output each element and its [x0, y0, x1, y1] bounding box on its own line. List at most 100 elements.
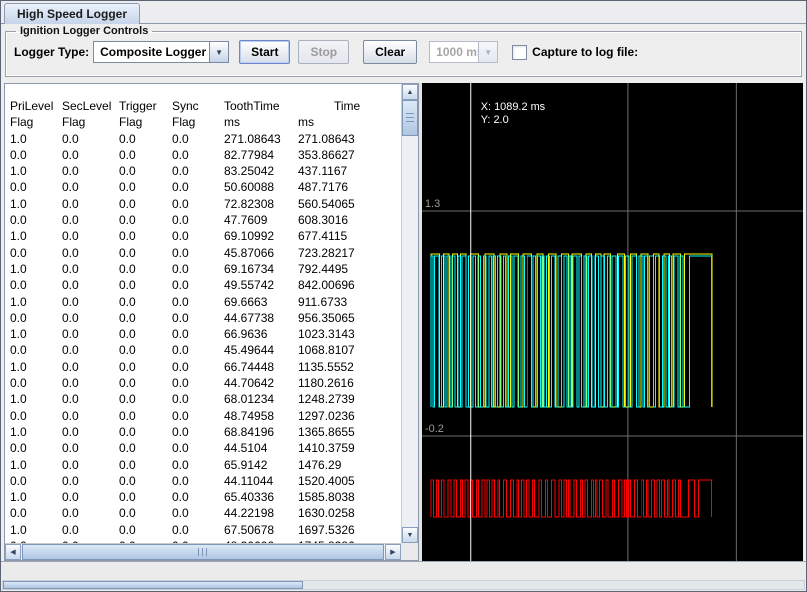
table-cell: 0.0 — [172, 147, 224, 163]
table-cell: 271.08643 — [224, 131, 298, 147]
table-row[interactable]: 1.00.00.00.065.91421476.29 — [10, 457, 401, 473]
table-row[interactable]: 1.00.00.00.068.012341248.2739 — [10, 391, 401, 407]
table-cell: 50.60088 — [224, 179, 298, 195]
scroll-right-button[interactable]: ▶ — [385, 544, 401, 560]
table-row[interactable]: 0.00.00.00.044.51041410.3759 — [10, 440, 401, 456]
table-cell: 1.0 — [10, 457, 62, 473]
table-cell: 0.0 — [62, 424, 119, 440]
vertical-scrollbar-thumb[interactable] — [402, 100, 418, 136]
table-cell: 0.0 — [119, 489, 172, 505]
table-row[interactable]: 0.00.00.00.044.67738956.35065 — [10, 310, 401, 326]
scroll-up-button[interactable]: ▲ — [402, 84, 418, 100]
column-header: Flag — [10, 114, 62, 130]
start-button[interactable]: Start — [239, 40, 290, 64]
table-cell: 0.0 — [172, 228, 224, 244]
table-cell: 0.0 — [62, 342, 119, 358]
table-cell: 0.0 — [119, 359, 172, 375]
horizontal-scrollbar-thumb[interactable] — [22, 544, 384, 560]
table-row[interactable]: 0.00.00.00.049.55742842.00696 — [10, 277, 401, 293]
logger-type-value: Composite Logger — [94, 42, 209, 62]
table-cell: 0.0 — [10, 342, 62, 358]
table-cell: 0.0 — [62, 473, 119, 489]
table-cell: 353.86627 — [298, 147, 401, 163]
signal-trigger — [431, 480, 712, 517]
table-row[interactable]: 0.00.00.00.044.221981630.0258 — [10, 505, 401, 521]
table-cell: 44.70642 — [224, 375, 298, 391]
table-cell: 45.49644 — [224, 342, 298, 358]
scroll-down-button[interactable]: ▼ — [402, 527, 418, 543]
table-row[interactable]: 1.00.00.00.068.841961365.8655 — [10, 424, 401, 440]
chevron-down-icon[interactable]: ▼ — [209, 42, 228, 62]
scroll-left-button[interactable]: ◀ — [5, 544, 21, 560]
table-row[interactable]: 1.00.00.00.067.506781697.5326 — [10, 522, 401, 538]
table-row[interactable]: 1.00.00.00.069.6663911.6733 — [10, 294, 401, 310]
tab-high-speed-logger[interactable]: High Speed Logger — [4, 3, 140, 24]
table-cell: 1248.2739 — [298, 391, 401, 407]
table-cell: 0.0 — [10, 408, 62, 424]
log-list[interactable]: PriLevel SecLevel Trigger Sync ToothTime… — [5, 84, 401, 543]
table-cell: 0.0 — [172, 342, 224, 358]
table-row[interactable]: 1.00.00.00.083.25042437.1167 — [10, 163, 401, 179]
interval-combobox[interactable]: 1000 ms ▼ — [429, 41, 498, 63]
table-cell: 0.0 — [119, 131, 172, 147]
table-row[interactable]: 0.00.00.00.048.749581297.0236 — [10, 408, 401, 424]
clear-button[interactable]: Clear — [363, 40, 417, 64]
table-cell: 608.3016 — [298, 212, 401, 228]
table-cell: 0.0 — [119, 310, 172, 326]
table-row[interactable]: 1.00.00.00.066.744481135.5552 — [10, 359, 401, 375]
table-cell: 0.0 — [172, 440, 224, 456]
table-row[interactable]: 0.00.00.00.044.110441520.4005 — [10, 473, 401, 489]
table-row[interactable]: 0.00.00.00.045.496441068.8107 — [10, 342, 401, 358]
table-cell: 271.08643 — [298, 131, 401, 147]
table-cell: 0.0 — [172, 294, 224, 310]
horizontal-scrollbar-track[interactable] — [21, 544, 385, 560]
table-cell: 48.74958 — [224, 408, 298, 424]
table-cell: 1.0 — [10, 391, 62, 407]
capture-checkbox[interactable] — [512, 45, 527, 60]
table-row[interactable]: 1.00.00.00.069.10992677.4115 — [10, 228, 401, 244]
table-cell: 72.82308 — [224, 196, 298, 212]
table-cell: 1.0 — [10, 522, 62, 538]
table-cell: 560.54065 — [298, 196, 401, 212]
table-row[interactable]: 1.00.00.00.065.403361585.8038 — [10, 489, 401, 505]
table-cell: 1.0 — [10, 294, 62, 310]
scrollbar-corner — [401, 543, 418, 560]
table-cell: 677.4115 — [298, 228, 401, 244]
interval-value: 1000 ms — [430, 42, 478, 62]
table-cell: 45.87066 — [224, 245, 298, 261]
table-cell: 0.0 — [119, 212, 172, 228]
capture-label: Capture to log file: — [532, 45, 638, 59]
outer-horizontal-scrollbar[interactable] — [2, 580, 805, 590]
table-row[interactable]: 0.00.00.00.047.7609608.3016 — [10, 212, 401, 228]
outer-scrollbar-thumb[interactable] — [3, 581, 303, 589]
table-cell: 0.0 — [119, 424, 172, 440]
table-row[interactable]: 0.00.00.00.045.87066723.28217 — [10, 245, 401, 261]
table-row[interactable]: 0.00.00.00.050.60088487.7176 — [10, 179, 401, 195]
stop-button[interactable]: Stop — [298, 40, 349, 64]
table-cell: 0.0 — [172, 196, 224, 212]
table-cell: 1.0 — [10, 424, 62, 440]
table-cell: 0.0 — [62, 375, 119, 391]
table-cell: 0.0 — [119, 326, 172, 342]
table-cell: 0.0 — [119, 391, 172, 407]
table-row[interactable]: 1.00.00.00.066.96361023.3143 — [10, 326, 401, 342]
table-cell: 44.5104 — [224, 440, 298, 456]
table-row[interactable]: 1.00.00.00.0271.08643271.08643 — [10, 131, 401, 147]
table-cell: 1697.5326 — [298, 522, 401, 538]
table-cell: 0.0 — [119, 179, 172, 195]
scope-plot[interactable]: 1.3-0.2X: 1089.2 msY: 2.0 — [422, 83, 803, 561]
table-row[interactable]: 0.00.00.00.082.77984353.86627 — [10, 147, 401, 163]
table-cell: 1585.8038 — [298, 489, 401, 505]
table-row[interactable]: 1.00.00.00.072.82308560.54065 — [10, 196, 401, 212]
table-cell: 0.0 — [119, 147, 172, 163]
table-cell: 0.0 — [119, 440, 172, 456]
logger-type-combobox[interactable]: Composite Logger ▼ — [93, 41, 229, 63]
table-cell: 0.0 — [62, 196, 119, 212]
table-row[interactable]: 0.00.00.00.044.706421180.2616 — [10, 375, 401, 391]
vertical-scrollbar[interactable]: ▲ ▼ — [401, 84, 418, 543]
horizontal-scrollbar[interactable]: ◀ ▶ — [5, 543, 401, 560]
table-cell: 44.11044 — [224, 473, 298, 489]
table-cell: 0.0 — [119, 277, 172, 293]
table-cell: 0.0 — [119, 505, 172, 521]
table-row[interactable]: 1.00.00.00.069.16734792.4495 — [10, 261, 401, 277]
